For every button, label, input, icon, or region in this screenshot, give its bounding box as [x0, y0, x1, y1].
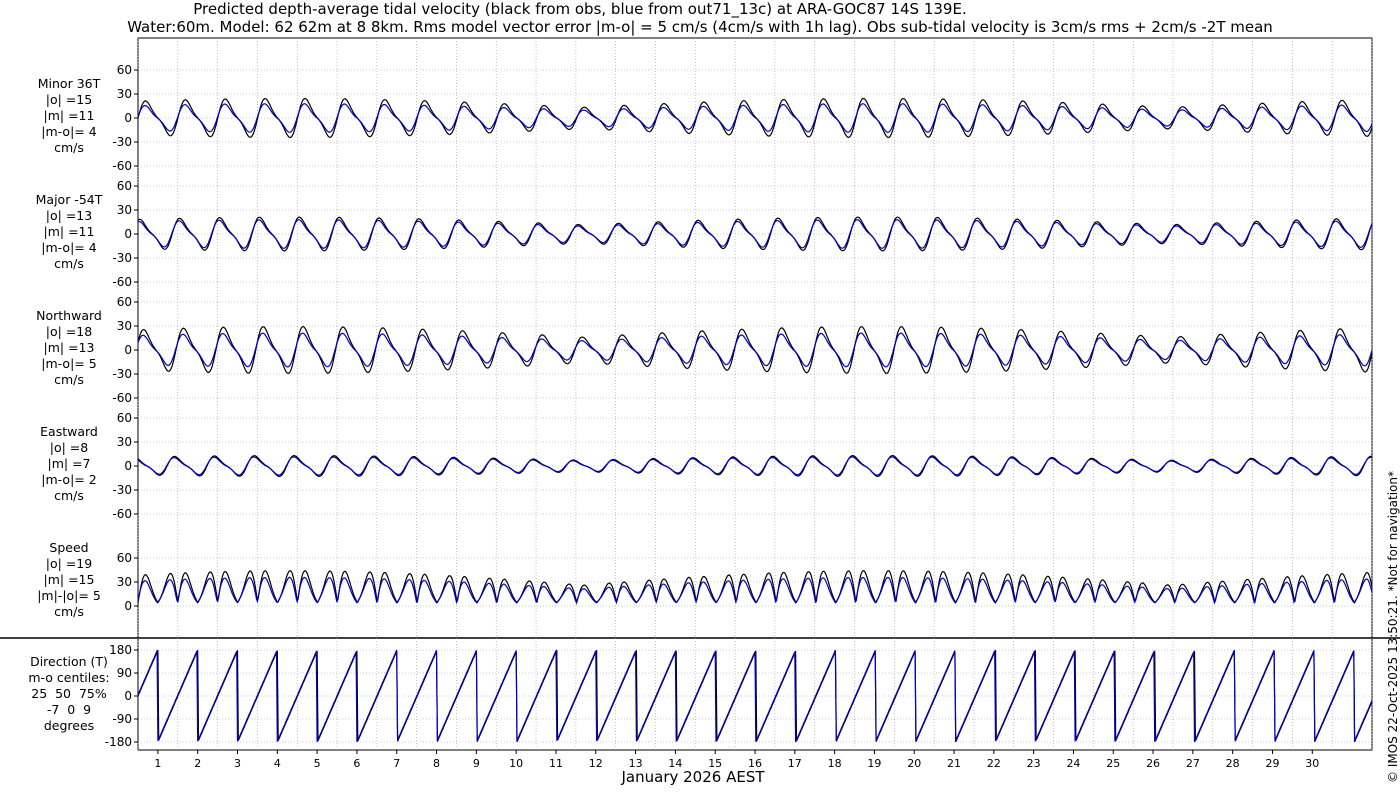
x-axis-label: January 2026 AEST [621, 768, 765, 786]
panel-label-direction: Direction (T) m-o centiles: 25 50 75% -7 0 … [24, 654, 114, 734]
panel-label-line: |m| =11 [43, 224, 95, 239]
panel-label-speed: Speed |o| =19 |m| =15 |m|-|o|= 5 cm/s [24, 540, 114, 620]
y-tick-label: 30 [117, 435, 132, 449]
y-tick-label: 0 [124, 111, 132, 125]
plot-frame [137, 37, 1373, 751]
panel-label-line: cm/s [54, 256, 84, 271]
tidal-velocity-figure: Predicted depth-average tidal velocity (… [0, 0, 1400, 800]
y-tick-label: 60 [117, 411, 132, 425]
panel-label-line: |m|-|o|= 5 [37, 588, 101, 603]
series-model-line [137, 103, 1373, 133]
panel-label-line: cm/s [54, 372, 84, 387]
panel-label-line: Northward [36, 308, 102, 323]
panel-label-line: -7 0 9 [46, 702, 92, 717]
panel-label-line: Minor 36T [37, 76, 101, 91]
y-tick-label: -60 [112, 275, 132, 289]
panel-label-line: |m-o|= 4 [41, 240, 97, 255]
y-tick-label: 60 [117, 179, 132, 193]
panel-label-line: cm/s [54, 604, 84, 619]
y-tick-label: 90 [117, 666, 132, 680]
y-tick-label: -30 [112, 251, 132, 265]
panel-label-north: Northward |o| =18 |m| =13 |m-o|= 5 cm/s [24, 308, 114, 388]
y-tick-label: 0 [124, 227, 132, 241]
series-obs-line [137, 570, 1373, 605]
panel-speed: 60 30 0 [117, 551, 1373, 613]
panel-label-line: |m| =13 [43, 340, 95, 355]
panel-label-line: m-o centiles: [28, 670, 110, 685]
y-tick-label: 0 [124, 459, 132, 473]
panel-label-line: |m| =7 [47, 456, 91, 471]
y-tick-label: 60 [117, 551, 132, 565]
panel-label-line: |o| =13 [45, 208, 93, 223]
panel-label-line: cm/s [54, 488, 84, 503]
panel-label-line: 25 50 75% [31, 686, 107, 701]
x-grid [137, 38, 1373, 750]
y-tick-label: 60 [117, 295, 132, 309]
panel-direction: 180900-90-180 [105, 643, 1373, 749]
panel-label-line: cm/s [54, 140, 84, 155]
series-model-line [137, 456, 1373, 476]
y-tick-label: 30 [117, 575, 132, 589]
panel-label-line: |o| =19 [45, 556, 93, 571]
panel-minor: 60 30 0 -30 -60 [112, 63, 1373, 173]
panel-east: 60 30 0 -30 -60 [112, 411, 1373, 521]
y-tick-label: 30 [117, 203, 132, 217]
panel-major: 60 30 0 -30 -60 [112, 179, 1373, 289]
y-tick-label: -60 [112, 507, 132, 521]
panel-label-line: Major -54T [35, 192, 103, 207]
panel-label-line: |o| =15 [45, 92, 93, 107]
series-obs-line [137, 216, 1373, 252]
panel-label-line: |m-o|= 5 [41, 356, 97, 371]
y-tick-label: 0 [124, 689, 132, 703]
series-model-line [137, 219, 1373, 249]
panel-label-line: |o| =8 [49, 440, 89, 455]
panel-label-line: degrees [43, 718, 95, 733]
y-tick-label: -60 [112, 159, 132, 173]
panel-label-major: Major -54T |o| =13 |m| =11 |m-o|= 4 cm/s [24, 192, 114, 272]
y-tick-label: -30 [112, 135, 132, 149]
y-tick-label: 60 [117, 63, 132, 77]
panel-label-line: |m-o|= 4 [41, 124, 97, 139]
y-tick-label: 30 [117, 87, 132, 101]
y-tick-label: -30 [112, 483, 132, 497]
panel-label-line: |m| =15 [43, 572, 95, 587]
panel-label-minor: Minor 36T |o| =15 |m| =11 |m-o|= 4 cm/s [24, 76, 114, 156]
panel-label-line: Eastward [40, 424, 98, 439]
y-tick-label: -30 [112, 367, 132, 381]
panel-label-east: Eastward |o| =8 |m| =7 |m-o|= 2 cm/s [24, 424, 114, 504]
y-tick-label: -60 [112, 391, 132, 405]
panel-north: 60 30 0 -30 -60 [112, 295, 1373, 405]
panel-label-line: Speed [49, 540, 89, 555]
series-model-line [137, 649, 1373, 743]
panel-label-line: |o| =18 [45, 324, 93, 339]
x-tick-labels: 1 2 3 4 5 6 7 8 9 10 11 12 13 14 15 16 17 18 19 20 21 22 23 24 2… [154, 750, 1319, 770]
copyright-credit: © IMOS 22-Oct-2025 13:50:21. *Not for na… [1386, 471, 1400, 783]
panel-label-line: Direction (T) [30, 654, 108, 669]
series-obs-line [137, 325, 1373, 375]
y-tick-label: 0 [124, 343, 132, 357]
panel-label-line: |m-o|= 2 [41, 472, 97, 487]
panel-label-line: |m| =11 [43, 108, 95, 123]
y-tick-label: -90 [112, 712, 132, 726]
y-tick-label: 30 [117, 319, 132, 333]
tidal-velocity-plot: 1 2 3 4 5 6 7 8 9 10 11 12 13 14 15 16 17 18 19 20 21 22 23 24 2… [0, 37, 1400, 770]
y-tick-label: 0 [124, 599, 132, 613]
y-tick-label: -180 [105, 735, 132, 749]
